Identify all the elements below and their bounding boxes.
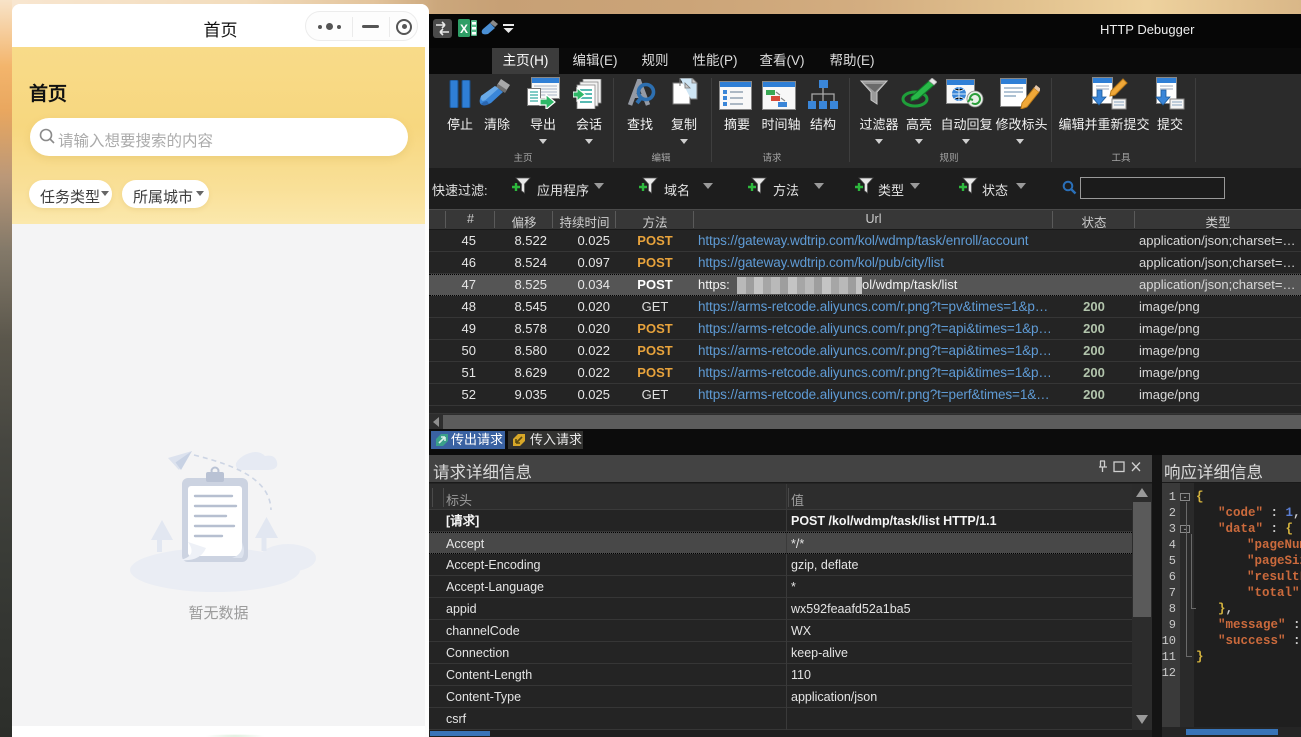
svg-text:X: X (460, 22, 468, 36)
